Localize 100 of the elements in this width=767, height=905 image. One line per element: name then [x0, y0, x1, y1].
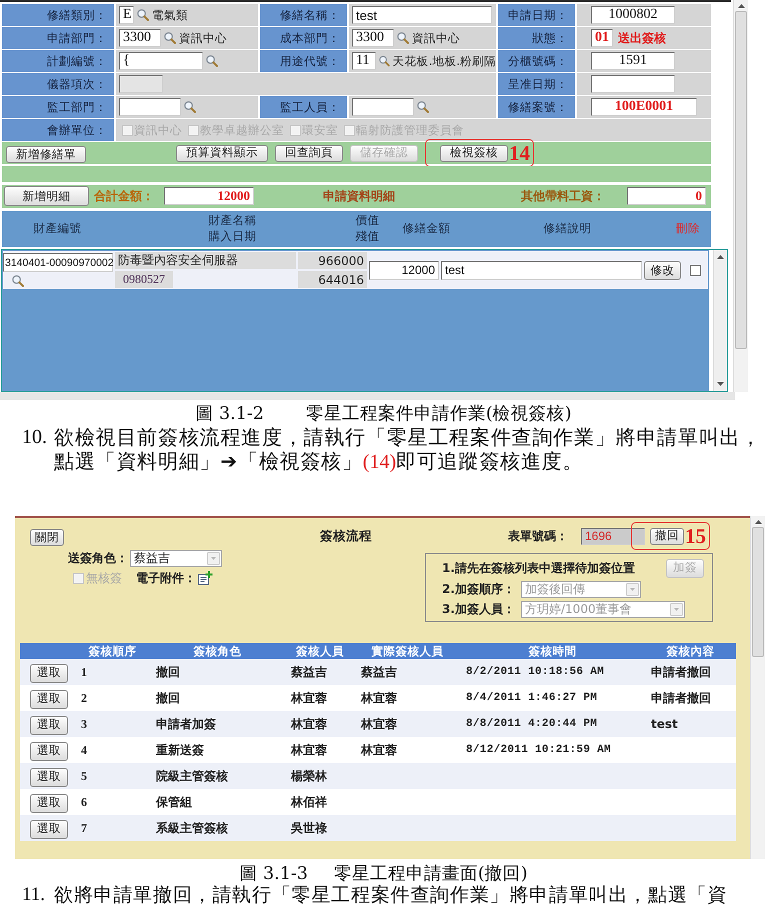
add-detail-button[interactable]: 新增明細 [4, 186, 89, 206]
select-button[interactable]: 選取 [30, 820, 68, 839]
scrollbar[interactable] [750, 516, 765, 859]
up-arrow-icon[interactable] [754, 520, 762, 524]
caret-icon [626, 582, 639, 596]
panel-title: 簽核流程 [320, 528, 373, 544]
edit-button[interactable]: 修改 [644, 260, 681, 280]
search-icon[interactable] [379, 55, 390, 67]
table-cell-text: 7 [80, 820, 87, 836]
asset-number-field[interactable]: 3140401-00090970002 [3, 253, 113, 272]
input-field[interactable] [119, 75, 163, 93]
field-label: 修繕案號： [498, 96, 575, 118]
code-field[interactable]: 3300 [352, 29, 394, 47]
field-label: 用途代號： [260, 50, 347, 72]
checkbox[interactable] [690, 264, 701, 276]
table-cell-text: 2 [80, 690, 87, 706]
table-cell-text: 8/8/2011 4:20:44 PM [465, 718, 598, 730]
column-header: 價值 [356, 213, 380, 228]
table-cell-text: 楊榮林 [290, 768, 327, 784]
section-title: 申請資料明細 [323, 188, 395, 205]
table-cell-text: 申請者撤回 [650, 664, 711, 680]
search-icon[interactable] [164, 32, 176, 44]
table-cell-text: 林宜蓉 [360, 716, 397, 732]
code-field[interactable]: 11 [352, 52, 376, 70]
column-header: 修繕金額 [402, 221, 450, 236]
table-cell-text: 6 [80, 794, 87, 810]
code-field[interactable]: { [119, 52, 203, 70]
column-header: 簽核角色 [194, 644, 242, 658]
status-code-field: 01 [591, 29, 613, 47]
signer-label: 3.加簽人員： [442, 600, 516, 618]
column-header: 修繕說明 [544, 221, 592, 236]
table-cell-text: 蔡益吉 [290, 664, 327, 680]
toolbar-button[interactable]: 檢視簽核 [440, 144, 508, 162]
table-cell-text: 8/2/2011 10:18:56 AM [465, 666, 604, 678]
figure-caption: 零星工程申請畫面(撤回) [334, 863, 528, 884]
down-arrow-icon[interactable] [717, 382, 724, 386]
table-cell-text: 1 [80, 664, 87, 680]
code-field[interactable]: 3300 [119, 29, 161, 47]
withdraw-button[interactable]: 撤回 [650, 528, 684, 544]
table-cell-text: 林宜蓉 [290, 690, 327, 706]
other-cost-label: 其他帶料工資： [521, 188, 606, 205]
step-number: 10. [22, 425, 48, 450]
field-label: 呈准日期： [498, 73, 575, 95]
close-button[interactable]: 關閉 [30, 529, 64, 546]
search-icon[interactable] [206, 55, 218, 67]
scrollbar[interactable] [733, 0, 748, 392]
scrollbar-thumb[interactable] [752, 527, 764, 657]
toolbar-button[interactable]: 回查詢頁 [275, 144, 343, 162]
search-icon[interactable] [397, 32, 409, 44]
column-header: 簽核人員 [296, 644, 344, 658]
search-icon[interactable] [417, 101, 429, 113]
form-number-label: 表單號碼： [508, 528, 569, 544]
lookup-name: 資訊中心 [412, 30, 460, 46]
callout-number: 15 [685, 526, 706, 546]
table-cell-text: 林宜蓉 [360, 742, 397, 758]
field-label: 修繕名稱： [260, 4, 347, 26]
scrollbar[interactable] [713, 250, 727, 391]
table-cell-text: 林宜蓉 [290, 742, 327, 758]
figure-number: 圖 3.1-3 [239, 863, 308, 885]
dropdown[interactable]: 蔡益吉 [130, 550, 222, 566]
select-button[interactable]: 選取 [30, 794, 68, 813]
attachment-add-icon[interactable] [198, 571, 213, 585]
up-arrow-icon[interactable] [738, 4, 744, 8]
select-button[interactable]: 選取 [30, 742, 68, 761]
up-arrow-icon[interactable] [717, 255, 724, 260]
description-field[interactable]: test [441, 260, 642, 280]
caret-icon [207, 552, 220, 564]
code-field[interactable] [352, 98, 414, 116]
scrollbar[interactable] [0, 392, 735, 400]
table-cell-text: 8/12/2011 10:21:59 AM [465, 744, 611, 756]
select-button[interactable]: 選取 [30, 664, 68, 683]
text-field[interactable]: test [352, 6, 492, 24]
toolbar-button[interactable]: 新增修繕單 [6, 146, 86, 164]
search-icon[interactable] [184, 101, 196, 113]
input-field[interactable]: 1000802 [591, 6, 675, 24]
total-field: 12000 [164, 187, 254, 206]
other-cost-field: 0 [627, 187, 706, 206]
select-button[interactable]: 選取 [30, 690, 68, 709]
select-button[interactable]: 選取 [30, 716, 68, 735]
search-icon[interactable] [12, 275, 24, 288]
toolbar-button[interactable]: 預算資料顯示 [176, 144, 268, 162]
table-cell-text: 林宜蓉 [290, 716, 327, 732]
table-cell-text: 8/4/2011 1:46:27 PM [465, 692, 598, 704]
field-label: 申請日期： [498, 4, 575, 26]
order-label: 2.加簽順序： [442, 580, 516, 598]
select-button[interactable]: 選取 [30, 768, 68, 787]
caret-icon [670, 602, 683, 616]
amount-field[interactable]: 12000 [369, 260, 439, 280]
search-icon[interactable] [137, 9, 149, 21]
code-field[interactable]: E [119, 6, 134, 24]
table-cell-text: 5 [80, 768, 87, 784]
table-cell-text: 吳世祿 [290, 820, 327, 836]
code-field[interactable] [119, 98, 181, 116]
scrollbar-thumb[interactable] [735, 11, 747, 349]
input-field[interactable]: 1591 [591, 52, 675, 70]
column-header: 實際簽核人員 [372, 644, 444, 658]
table-cell-text: 申請者撤回 [650, 690, 711, 706]
field-label: 儀器項次： [2, 73, 114, 95]
field-label: 成本部門： [260, 27, 347, 49]
input-field[interactable] [591, 75, 675, 93]
